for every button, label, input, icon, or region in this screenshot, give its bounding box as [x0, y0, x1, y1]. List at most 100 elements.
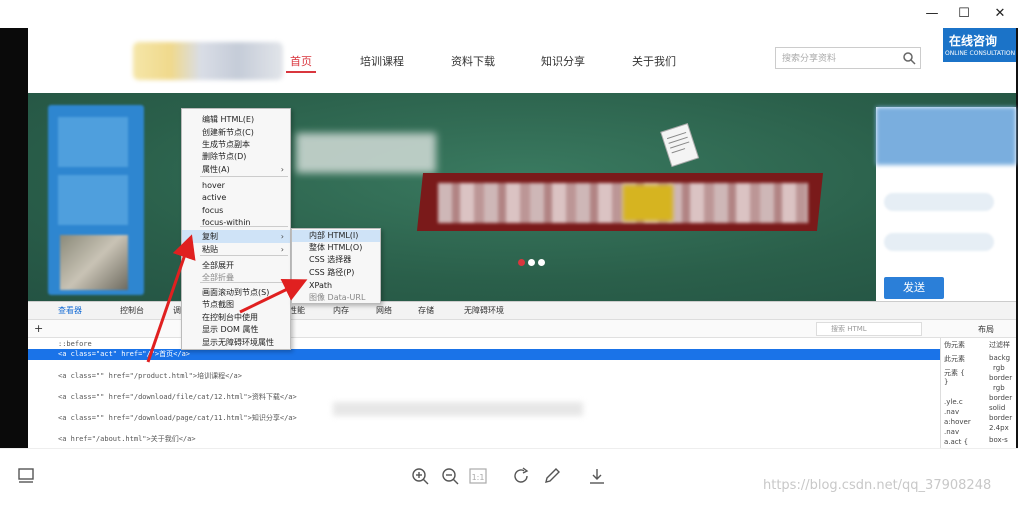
submenu-arrow-icon: › — [280, 165, 284, 174]
dom-line[interactable]: <a class="" href="/download/page/cat/11.… — [58, 413, 297, 423]
context-menu: 编辑 HTML(E) 创建新节点(C) 生成节点副本 删除节点(D) 属性(A) › hov… — [181, 108, 291, 350]
prop-value: rgb — [993, 364, 1005, 372]
rules-panel: 伪元素 此元素 元素 { } .yle.c .nav a:hover .nav … — [940, 338, 1016, 449]
image-viewer-toolbar: 1:1 https://blog.csdn.net/qq_37908248 — [0, 448, 1018, 505]
blurred-row — [333, 402, 583, 416]
copy-submenu: 内部 HTML(I) 整体 HTML(O) CSS 选择器 CSS 路径(P) XPat… — [291, 228, 381, 304]
menu-separator — [200, 226, 288, 227]
copy-submenu-item[interactable]: CSS 路径(P) — [292, 267, 380, 279]
blurred-photo — [60, 235, 128, 290]
nav-courses[interactable]: 培训课程 — [360, 53, 404, 69]
context-menu-item[interactable]: 显示无障碍环境属性 — [182, 336, 290, 349]
context-menu-item[interactable]: 编辑 HTML(E) — [182, 113, 290, 126]
download-icon[interactable] — [587, 466, 607, 486]
menu-separator — [200, 282, 288, 283]
rules-label: 元素 { — [944, 369, 965, 377]
nav-about[interactable]: 关于我们 — [632, 53, 676, 69]
search-icon[interactable] — [902, 51, 916, 65]
send-button[interactable]: 发送 — [884, 277, 944, 299]
carousel-dot[interactable] — [528, 259, 535, 266]
left-blurred-panel — [48, 105, 144, 295]
tab-debugger[interactable]: 调 — [173, 305, 181, 316]
filter-styles-label[interactable]: 过滤样 — [989, 340, 1010, 350]
dom-line[interactable]: <a href="/about.html">关于我们</a> — [58, 434, 196, 444]
tab-console[interactable]: 控制台 — [120, 305, 144, 316]
rules-label: a.act { — [944, 438, 969, 446]
svg-text:1:1: 1:1 — [472, 473, 485, 482]
chat-bubble — [884, 193, 994, 211]
prop-name: border — [989, 374, 1013, 382]
prop-name: backg — [989, 354, 1011, 362]
dom-line[interactable]: ::before — [58, 340, 92, 348]
chat-bubble — [884, 233, 994, 251]
site-logo[interactable] — [133, 42, 283, 80]
prop-name: border — [989, 394, 1013, 402]
rules-label: .yle.c — [944, 398, 963, 406]
close-button[interactable]: ✕ — [986, 4, 1014, 24]
zoom-out-icon[interactable] — [440, 466, 460, 486]
copy-submenu-item[interactable]: 整体 HTML(O) — [292, 242, 380, 254]
prop-name: border — [989, 414, 1013, 422]
tab-inspector[interactable]: 查看器 — [58, 305, 82, 316]
html-search-input[interactable]: 搜索 HTML — [816, 322, 922, 336]
edit-pencil-icon[interactable] — [542, 466, 562, 486]
tab-accessibility[interactable]: 无障碍环境 — [464, 305, 504, 316]
layout-tab[interactable]: 布局 — [978, 324, 994, 335]
site-header: 首页 培训课程 资料下载 知识分享 关于我们 搜索分享资料 在线咨询 ONLIN… — [28, 28, 1016, 93]
rules-label: .nav — [944, 428, 960, 436]
online-consult-button[interactable]: 在线咨询 ONLINE CONSULTATION — [943, 28, 1016, 62]
submenu-arrow-icon: › — [280, 232, 284, 241]
devtools-toolbar: 查看器 控制台 调 性能 内存 网络 存储 无障碍环境 — [28, 302, 1016, 320]
tab-network[interactable]: 网络 — [376, 305, 392, 316]
zoom-in-icon[interactable] — [410, 466, 430, 486]
copy-submenu-item[interactable]: CSS 选择器 — [292, 254, 380, 266]
blurred-tile — [58, 117, 128, 167]
rules-label: } — [944, 378, 949, 386]
minimize-button[interactable]: — — [918, 4, 946, 24]
consult-sublabel: ONLINE CONSULTATION — [945, 50, 1016, 57]
thumbnail-icon[interactable] — [16, 466, 36, 486]
nav-downloads[interactable]: 资料下载 — [451, 53, 495, 69]
context-menu-item[interactable]: 属性(A) › — [182, 163, 290, 176]
left-border — [0, 28, 28, 448]
menu-separator — [200, 176, 288, 177]
context-menu-item[interactable]: 节点截图 — [182, 298, 290, 311]
context-menu-item[interactable]: 复制 › — [182, 230, 290, 243]
carousel-dot[interactable] — [518, 259, 525, 266]
copy-submenu-item[interactable]: 内部 HTML(I) — [292, 230, 380, 242]
tab-storage[interactable]: 存储 — [418, 305, 434, 316]
rules-label: a:hover — [944, 418, 971, 426]
context-menu-item[interactable]: focus-within — [182, 216, 290, 229]
prop-name: box-s — [989, 436, 1008, 444]
carousel-dot[interactable] — [538, 259, 545, 266]
dom-line[interactable]: <a class="" href="/download/file/cat/12.… — [58, 392, 297, 402]
tab-performance[interactable]: 性能 — [289, 305, 305, 316]
maximize-button[interactable]: ☐ — [950, 4, 978, 24]
actual-size-icon[interactable]: 1:1 — [468, 466, 488, 486]
copy-submenu-item[interactable]: XPath — [292, 280, 380, 292]
dom-line-selected[interactable]: <a class="act" href="/">首页</a> — [28, 349, 940, 360]
blurred-ribbon-highlight — [623, 185, 673, 221]
dom-line[interactable]: <a class="" href="/product.html">培训课程</a… — [58, 371, 242, 381]
chat-header — [876, 107, 1016, 165]
add-node-icon[interactable]: + — [34, 322, 43, 335]
nav-home[interactable]: 首页 — [290, 53, 312, 69]
context-menu-item[interactable]: 显示 DOM 属性 — [182, 323, 290, 336]
prop-value: rgb — [993, 384, 1005, 392]
context-menu-item[interactable]: 删除节点(D) — [182, 150, 290, 163]
copy-submenu-item[interactable]: 图像 Data-URL — [292, 292, 380, 304]
carousel-dots — [518, 251, 548, 270]
consult-label: 在线咨询 — [949, 34, 998, 48]
nav-knowledge[interactable]: 知识分享 — [541, 53, 585, 69]
prop-value: solid — [989, 404, 1006, 412]
rotate-icon[interactable] — [512, 466, 532, 486]
document-icon — [660, 122, 700, 168]
rules-label: .nav — [944, 408, 960, 416]
menu-separator — [200, 255, 288, 256]
blurred-tile — [58, 175, 128, 225]
site-search-input[interactable]: 搜索分享资料 — [775, 47, 921, 69]
rules-label: 此元素 — [944, 355, 965, 363]
tab-memory[interactable]: 内存 — [333, 305, 349, 316]
blurred-text — [296, 133, 436, 173]
context-menu-item[interactable]: active — [182, 191, 290, 204]
